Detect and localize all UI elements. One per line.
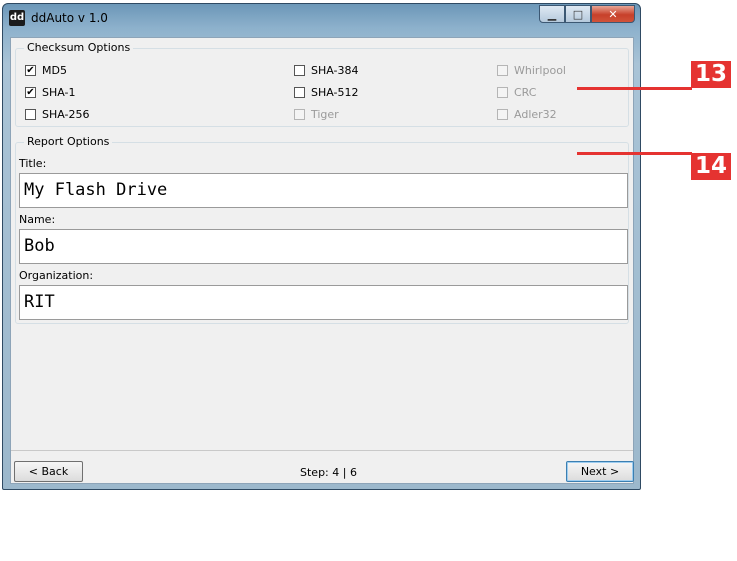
checkbox-sha512-box[interactable] (294, 87, 305, 98)
maximize-button[interactable]: □ (565, 5, 591, 23)
step-indicator: Step: 4 | 6 (300, 466, 357, 479)
checksum-options-legend: Checksum Options (24, 41, 134, 54)
checkbox-whirlpool-box[interactable] (497, 65, 508, 76)
organization-input[interactable]: RIT (19, 285, 628, 320)
checkbox-tiger[interactable]: Tiger (294, 108, 339, 121)
minimize-icon: ▁ (547, 7, 557, 21)
checkbox-sha384-label: SHA-384 (311, 64, 359, 77)
client-area: Checksum Options ✔ MD5 ✔ SHA-1 SHA-256 S… (10, 37, 634, 484)
checkbox-md5[interactable]: ✔ MD5 (25, 64, 67, 77)
window-title: ddAuto v 1.0 (31, 11, 108, 25)
checkbox-sha256-box[interactable] (25, 109, 36, 120)
back-button[interactable]: < Back (14, 461, 83, 482)
callout-13-line (577, 87, 692, 90)
checkbox-adler32[interactable]: Adler32 (497, 108, 557, 121)
app-window: dd ddAuto v 1.0 ▁ □ ✕ Checksum Options ✔… (2, 3, 641, 490)
checkbox-adler32-box[interactable] (497, 109, 508, 120)
callout-14-badge: 14 (691, 153, 731, 180)
checkbox-tiger-label: Tiger (311, 108, 339, 121)
next-button[interactable]: Next > (566, 461, 634, 482)
checkbox-whirlpool[interactable]: Whirlpool (497, 64, 566, 77)
name-input[interactable]: Bob (19, 229, 628, 264)
checkbox-crc-box[interactable] (497, 87, 508, 98)
close-icon: ✕ (608, 7, 618, 21)
report-options-legend: Report Options (24, 135, 113, 148)
checkbox-crc-label: CRC (514, 86, 537, 99)
checkbox-sha1[interactable]: ✔ SHA-1 (25, 86, 76, 99)
close-button[interactable]: ✕ (591, 5, 635, 23)
checksum-options-group: Checksum Options ✔ MD5 ✔ SHA-1 SHA-256 S… (15, 41, 629, 127)
window-controls: ▁ □ ✕ (539, 5, 635, 24)
checkbox-adler32-label: Adler32 (514, 108, 557, 121)
checkbox-sha256[interactable]: SHA-256 (25, 108, 90, 121)
checkbox-sha512[interactable]: SHA-512 (294, 86, 359, 99)
name-label: Name: (19, 213, 56, 226)
callout-14-line (577, 152, 692, 155)
checkbox-sha1-box[interactable]: ✔ (25, 87, 36, 98)
checkbox-tiger-box[interactable] (294, 109, 305, 120)
checkbox-md5-label: MD5 (42, 64, 67, 77)
callout-13-badge: 13 (691, 61, 731, 88)
checkbox-sha512-label: SHA-512 (311, 86, 359, 99)
title-input[interactable]: My Flash Drive (19, 173, 628, 208)
organization-label: Organization: (19, 269, 94, 282)
checkbox-sha256-label: SHA-256 (42, 108, 90, 121)
minimize-button[interactable]: ▁ (539, 5, 565, 23)
checkbox-crc[interactable]: CRC (497, 86, 536, 99)
footer-divider (11, 450, 633, 451)
checkbox-md5-box[interactable]: ✔ (25, 65, 36, 76)
report-options-group: Report Options Title: My Flash Drive Nam… (15, 135, 629, 324)
checkbox-whirlpool-label: Whirlpool (514, 64, 566, 77)
checkbox-sha384[interactable]: SHA-384 (294, 64, 359, 77)
title-bar[interactable]: dd ddAuto v 1.0 ▁ □ ✕ (3, 4, 640, 32)
checkbox-sha1-label: SHA-1 (42, 86, 76, 99)
maximize-icon: □ (572, 7, 584, 21)
title-label: Title: (19, 157, 47, 170)
app-icon: dd (9, 10, 25, 26)
checkbox-sha384-box[interactable] (294, 65, 305, 76)
